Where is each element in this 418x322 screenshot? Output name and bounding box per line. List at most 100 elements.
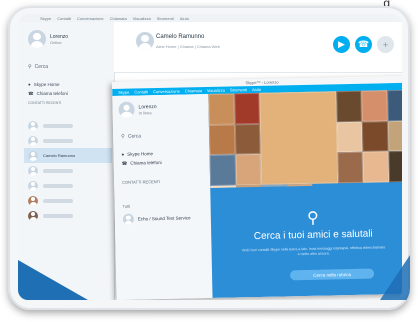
- front-profile[interactable]: Lorenzo In linea: [118, 101, 157, 118]
- collage-photo: [388, 151, 402, 183]
- contact-name-placeholder: [43, 138, 73, 143]
- collage-photo: [235, 184, 262, 188]
- collage-photo: [208, 124, 236, 156]
- collage-photo: [337, 152, 364, 184]
- contact-item[interactable]: [24, 208, 112, 223]
- search-icon: ⚲: [306, 209, 319, 227]
- video-icon: ▶: [338, 39, 345, 49]
- collage-photo: [361, 90, 388, 122]
- front-search[interactable]: ⚲ Cerca: [121, 133, 141, 139]
- back-profile[interactable]: Lorenzo Online: [28, 30, 68, 48]
- phone-icon: ☎: [121, 160, 128, 166]
- front-sidebar: Lorenzo In linea ⚲ Cerca ● Skype Home ☎ Ch…: [112, 93, 214, 300]
- collage-photo: [386, 89, 402, 121]
- collage-photo: [361, 120, 389, 153]
- back-menu-item[interactable]: Conversazione: [77, 16, 104, 21]
- nav-item-phones[interactable]: ☎ Chiama telefoni: [28, 89, 68, 98]
- header-contact-sub: Aleix Home | Chiama | Chiama Web: [156, 44, 220, 49]
- collage-photo: [387, 120, 402, 152]
- front-menu-item[interactable]: Aiuto: [252, 87, 261, 92]
- front-menu-item[interactable]: Visualizza: [207, 88, 225, 93]
- front-menu-item[interactable]: Strumenti: [230, 87, 247, 92]
- front-menu-item[interactable]: Skype: [118, 90, 129, 95]
- avatar: [28, 180, 38, 191]
- add-contact-button[interactable]: +: [377, 36, 394, 53]
- contact-name-placeholder: [43, 168, 73, 173]
- contact-name: Echo / Sound Test Service: [137, 215, 191, 222]
- search-label: Cerca: [34, 64, 49, 70]
- phone-icon: ☎: [357, 39, 370, 49]
- add-user-icon: +: [382, 39, 389, 50]
- collage-photo: [235, 154, 262, 186]
- contact-item-selected[interactable]: Camelo Ramunno: [24, 148, 112, 163]
- front-menu-item[interactable]: Contatti: [134, 89, 148, 94]
- contact-name-placeholder: [43, 213, 73, 218]
- video-call-button[interactable]: ▶: [333, 36, 350, 53]
- collage-photo: [362, 151, 389, 183]
- collage-photo: [336, 121, 363, 153]
- avatar: [118, 101, 135, 118]
- back-nav: ● Skype Home ☎ Chiama telefoni CONTATTI RE…: [28, 80, 68, 107]
- front-nav: ● Skype Home ☎ Chiama telefoni: [121, 148, 205, 168]
- front-menu-item[interactable]: Chiamata: [185, 88, 202, 93]
- search-label: Cerca: [127, 133, 142, 140]
- avatar: [28, 210, 38, 221]
- contact-name-placeholder: [43, 198, 73, 203]
- avatar: [28, 120, 38, 131]
- contacts-header: CONTATTI RECENTI: [122, 179, 161, 185]
- nav-item-phones[interactable]: ☎ Chiama telefoni: [122, 157, 206, 168]
- contact-item[interactable]: [24, 178, 112, 193]
- search-directory-button[interactable]: Cerca nella rubrica: [289, 268, 375, 281]
- back-menu-item[interactable]: Visualizza: [133, 16, 151, 21]
- front-menu-item[interactable]: Conversazione: [153, 89, 180, 95]
- back-menu-item[interactable]: Skype: [40, 16, 51, 21]
- collage-photo: [286, 183, 313, 187]
- search-icon: ⚲: [28, 64, 32, 70]
- avatar: [28, 30, 46, 48]
- collage-photo: [233, 92, 260, 125]
- back-menu-item[interactable]: Contatti: [57, 16, 71, 21]
- back-contact-list: Camelo Ramunno: [24, 118, 112, 223]
- tablet-device: Skype Contatti Conversazione Chiamata Visual…: [8, 6, 410, 310]
- front-window: Skype™ - Lorenzo Skype Contatti Conversazi…: [112, 75, 402, 300]
- profile-name: Lorenzo: [50, 33, 69, 40]
- back-menu-item[interactable]: Aiuto: [180, 16, 189, 21]
- collage-photo: [208, 93, 235, 125]
- contact-name-placeholder: [43, 183, 73, 188]
- main-description: Vedi i tuoi contatti Skype nella barra a…: [241, 245, 386, 257]
- phone-icon: ☎: [28, 90, 34, 96]
- avatar: [28, 165, 38, 176]
- contact-item[interactable]: [24, 193, 112, 208]
- back-sidebar: Lorenzo Online ⚲ Cerca ● Skype Home ☎ Chia…: [18, 22, 115, 300]
- contact-item[interactable]: [24, 118, 112, 133]
- avatar: [28, 150, 38, 161]
- tutti-label[interactable]: Tutti: [123, 204, 131, 209]
- header-contact-name: Camelo Ramunno: [156, 34, 205, 40]
- avatar: [28, 135, 38, 146]
- main-title: Cerca i tuoi amici e salutali: [253, 228, 373, 243]
- home-icon: ●: [121, 151, 125, 157]
- contact-item[interactable]: [24, 163, 112, 178]
- avatar: [136, 32, 154, 50]
- collage-photo: [335, 90, 362, 122]
- call-button[interactable]: ☎: [355, 36, 372, 53]
- collage-photo: [234, 123, 261, 155]
- back-menu-item[interactable]: Strumenti: [157, 16, 174, 21]
- nav-item-home[interactable]: ● Skype Home: [28, 80, 68, 89]
- contact-name-placeholder: [43, 123, 73, 128]
- contact-item[interactable]: Echo / Sound Test Service: [122, 212, 191, 225]
- profile-name: Lorenzo: [138, 103, 157, 110]
- contact-item[interactable]: [24, 133, 112, 148]
- back-search[interactable]: ⚲ Cerca: [28, 64, 48, 70]
- collage-photo: [209, 154, 236, 186]
- photo-collage: [208, 89, 402, 188]
- profile-status: In linea: [138, 109, 152, 115]
- contacts-header: CONTATTI RECENTI: [28, 100, 62, 105]
- home-icon: ●: [28, 82, 31, 87]
- profile-status: Online: [50, 39, 62, 45]
- avatar: [28, 195, 38, 206]
- decorative-strip: [18, 260, 88, 300]
- back-conversation-header: Camelo Ramunno Aleix Home | Chiama | Chi…: [114, 22, 402, 73]
- back-menu-item[interactable]: Chiamata: [110, 16, 127, 21]
- tablet-screen: Skype Contatti Conversazione Chiamata Visual…: [18, 14, 402, 300]
